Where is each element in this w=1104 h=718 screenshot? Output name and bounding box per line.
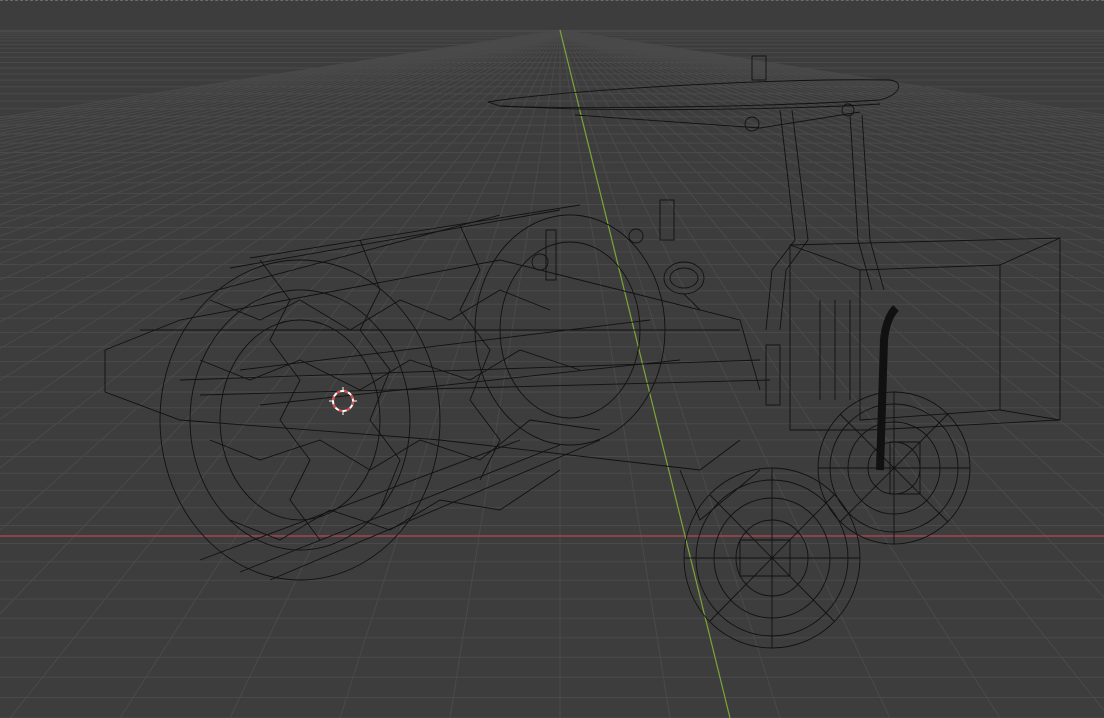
rear-wheel-right[interactable]: [817, 391, 971, 545]
grid-line: [119, 29, 561, 718]
grid-line: [9, 29, 561, 718]
grid-line: [559, 29, 781, 718]
engine-housing[interactable]: [789, 237, 1061, 431]
grid-line: [559, 29, 1104, 153]
grid-line: [339, 29, 561, 718]
grid-line: [449, 29, 561, 718]
grid-line: [559, 29, 671, 718]
rear-wheel-left[interactable]: [683, 467, 861, 649]
3d-viewport[interactable]: [0, 0, 1104, 718]
viewport-canvas[interactable]: [0, 0, 1104, 718]
y-axis-line: [559, 29, 731, 718]
